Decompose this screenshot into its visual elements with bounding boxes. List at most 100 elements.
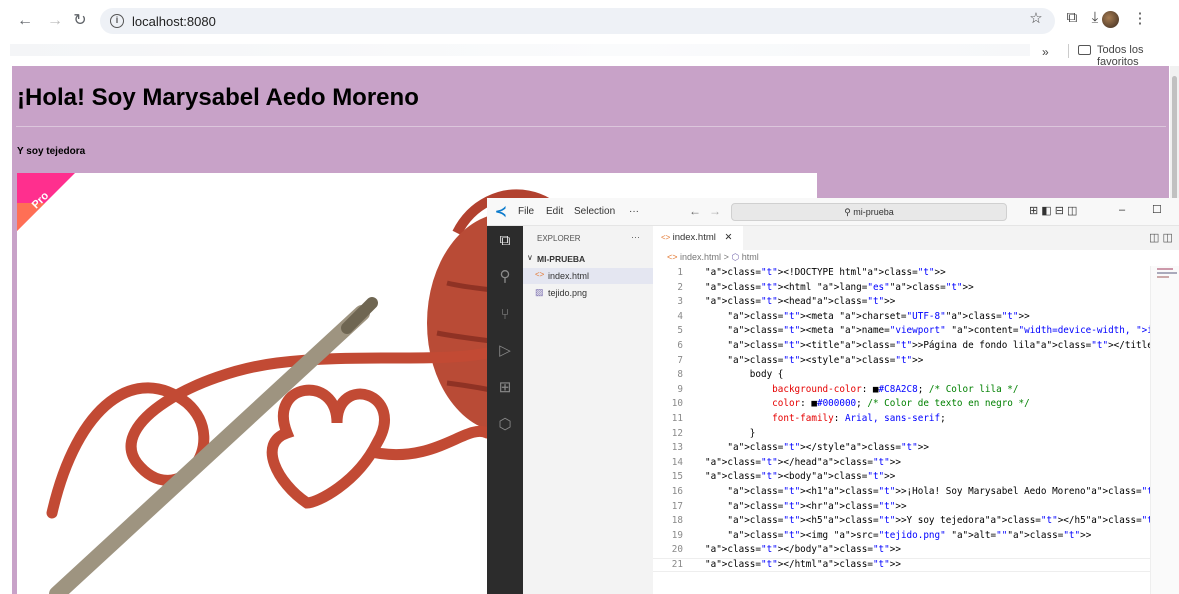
code-line[interactable]: "a">class="t"><hr"a">class="t">> <box>705 500 906 515</box>
maximize-icon[interactable]: ☐ <box>1152 203 1162 216</box>
code-line[interactable]: "a">class="t"></body"a">class="t">> <box>705 543 901 558</box>
menu-file[interactable]: File <box>518 206 534 217</box>
vscode-logo-icon: ≺ <box>495 203 507 219</box>
line-number: 17 <box>671 500 683 512</box>
extensions-icon[interactable]: ⊞ <box>496 379 514 397</box>
file-item-index[interactable]: <> index.html <box>523 268 653 284</box>
code-line[interactable]: "a">class="t"><meta "a">name="viewport" … <box>705 324 1179 339</box>
line-number: 10 <box>671 398 683 410</box>
line-number: 21 <box>671 559 683 570</box>
editor-tabbar: <> index.html ✕ ◫ ◫ <box>653 226 1179 250</box>
explorer-sidebar: EXPLORER ··· ∨ MI-PRUEBA <> index.html ▨… <box>523 226 653 594</box>
tab-index-html[interactable]: <> index.html ✕ <box>653 226 743 250</box>
breadcrumb-file[interactable]: index.html <box>680 252 721 262</box>
search-icon: ⚲ <box>844 207 854 217</box>
tab-label: index.html <box>672 232 716 243</box>
explorer-more-icon[interactable]: ··· <box>631 232 640 242</box>
code-line[interactable]: background-color: ■#C8A2C8; /* Color lil… <box>705 383 1018 398</box>
code-line[interactable]: "a">class="t"></style"a">class="t">> <box>705 441 929 456</box>
code-line[interactable]: "a">class="t"></html"a">class="t">> <box>705 558 901 573</box>
command-center[interactable]: ⚲ mi-prueba <box>731 203 1007 221</box>
horizontal-rule <box>16 126 1166 127</box>
close-icon[interactable]: ✕ <box>725 232 733 243</box>
address-bar[interactable]: i localhost:8080 <box>100 8 1055 34</box>
image-file-icon: ▨ <box>535 287 544 297</box>
forward-arrow-icon[interactable]: → <box>709 204 721 218</box>
code-line[interactable]: "a">class="t"><body"a">class="t">> <box>705 470 895 485</box>
code-line[interactable]: font-family: Arial, sans-serif; <box>705 412 946 427</box>
explorer-icon[interactable]: ⧉ <box>496 232 514 250</box>
more-bookmarks-icon[interactable]: » <box>1042 45 1049 59</box>
profile-avatar[interactable] <box>1102 11 1119 28</box>
line-number: 16 <box>671 486 683 497</box>
menu-selection[interactable]: Selection <box>574 206 615 217</box>
page-heading: ¡Hola! Soy Marysabel Aedo Moreno <box>17 84 419 111</box>
page-subheading: Y soy tejedora <box>17 146 86 157</box>
code-line[interactable]: "a">class="t"><!DOCTYPE html"a">class="t… <box>705 266 946 281</box>
line-number: 6 <box>677 340 683 351</box>
back-icon[interactable]: ← <box>14 10 36 32</box>
back-arrow-icon[interactable]: ← <box>689 204 701 218</box>
run-debug-icon[interactable]: ▷ <box>496 342 514 360</box>
file-label-index: index.html <box>548 271 590 281</box>
code-line[interactable]: "a">class="t"><head"a">class="t">> <box>705 295 895 310</box>
line-number: 20 <box>671 544 683 556</box>
menu-dots-icon[interactable]: ⋮ <box>1129 9 1151 27</box>
code-line[interactable]: "a">class="t"><img "a">src="tejido.png" … <box>705 529 1091 544</box>
bookmarks-divider <box>1068 44 1069 58</box>
explorer-title: EXPLORER <box>537 234 581 243</box>
bookmarks-bar: » Todos los favoritos <box>0 40 1179 68</box>
code-line[interactable]: "a">class="t"><html "a">lang="es""a">cla… <box>705 281 974 296</box>
line-number: 12 <box>671 427 683 439</box>
breadcrumb-file-icon: <> <box>667 252 681 262</box>
reload-icon[interactable]: ↻ <box>69 10 91 32</box>
line-number: 13 <box>671 442 683 454</box>
folder-row[interactable]: ∨ MI-PRUEBA <box>523 252 653 266</box>
bookmark-star-icon[interactable]: ☆ <box>1025 9 1047 27</box>
code-line[interactable]: "a">class="t"><meta "a">charset="UTF-8""… <box>705 310 1029 325</box>
forward-icon[interactable]: → <box>44 10 66 32</box>
minimap-line <box>1157 268 1173 270</box>
code-line[interactable]: "a">class="t"><style"a">class="t">> <box>705 354 923 369</box>
menu-edit[interactable]: Edit <box>546 206 563 217</box>
remote-icon[interactable]: ⬡ <box>496 416 514 434</box>
line-number: 1 <box>677 267 683 278</box>
yarn-tail <box>371 425 493 461</box>
line-number: 2 <box>677 281 683 293</box>
code-line[interactable]: } <box>705 427 756 442</box>
code-line[interactable]: "a">class="t"><h5"a">class="t">>Y soy te… <box>705 514 1169 529</box>
layout-icons[interactable]: ⊞ ◧ ⊟ ◫ <box>1029 204 1077 217</box>
breadcrumb: <> index.html > ⬡ html <box>667 252 759 263</box>
line-number: 8 <box>677 369 683 381</box>
file-label-tejido: tejido.png <box>548 288 588 298</box>
line-number: 4 <box>677 310 683 322</box>
file-item-tejido[interactable]: ▨ tejido.png <box>523 285 653 301</box>
command-center-label: mi-prueba <box>853 207 894 217</box>
site-info-icon[interactable]: i <box>110 14 124 28</box>
extensions-icon[interactable]: ⧉ <box>1061 9 1083 26</box>
editor-area: <> index.html ✕ ◫ ◫ <> index.html > ⬡ ht… <box>653 226 1179 594</box>
chevron-down-icon: ∨ <box>527 253 533 262</box>
vscode-window: ≺ File Edit Selection ··· ← → ⚲ mi-prueb… <box>487 198 1179 594</box>
minimize-icon[interactable]: – <box>1119 204 1125 216</box>
code-line[interactable]: "a">class="t"><title"a">class="t">>Págin… <box>705 339 1179 354</box>
activity-bar: ⧉ ⚲ ⑂ ▷ ⊞ ⬡ <box>487 226 523 594</box>
line-number: 11 <box>671 413 683 424</box>
code-line[interactable]: "a">class="t"></head"a">class="t">> <box>705 456 901 471</box>
line-number: 7 <box>677 354 683 366</box>
minimap[interactable] <box>1150 266 1179 594</box>
code-line[interactable]: color: ■#000000; /* Color de texto en ne… <box>705 397 1030 412</box>
breadcrumb-separator: > <box>723 252 729 262</box>
code-line[interactable]: body { <box>705 368 784 383</box>
code-line[interactable]: "a">class="t"><h1"a">class="t">>¡Hola! S… <box>705 485 1179 500</box>
browser-toolbar: ← → ↻ i localhost:8080 ☆ ⧉ ⤓ ⋮ <box>0 0 1179 40</box>
all-bookmarks-label[interactable]: Todos los favoritos <box>1097 44 1179 68</box>
source-control-icon[interactable]: ⑂ <box>496 306 514 324</box>
search-icon[interactable]: ⚲ <box>496 268 514 286</box>
folder-icon <box>1078 45 1091 55</box>
menu-more[interactable]: ··· <box>629 206 639 217</box>
split-editor-icon[interactable]: ◫ ◫ <box>1149 231 1173 244</box>
breadcrumb-node[interactable]: html <box>742 252 759 262</box>
line-number: 5 <box>677 325 683 337</box>
line-number: 19 <box>671 529 683 541</box>
